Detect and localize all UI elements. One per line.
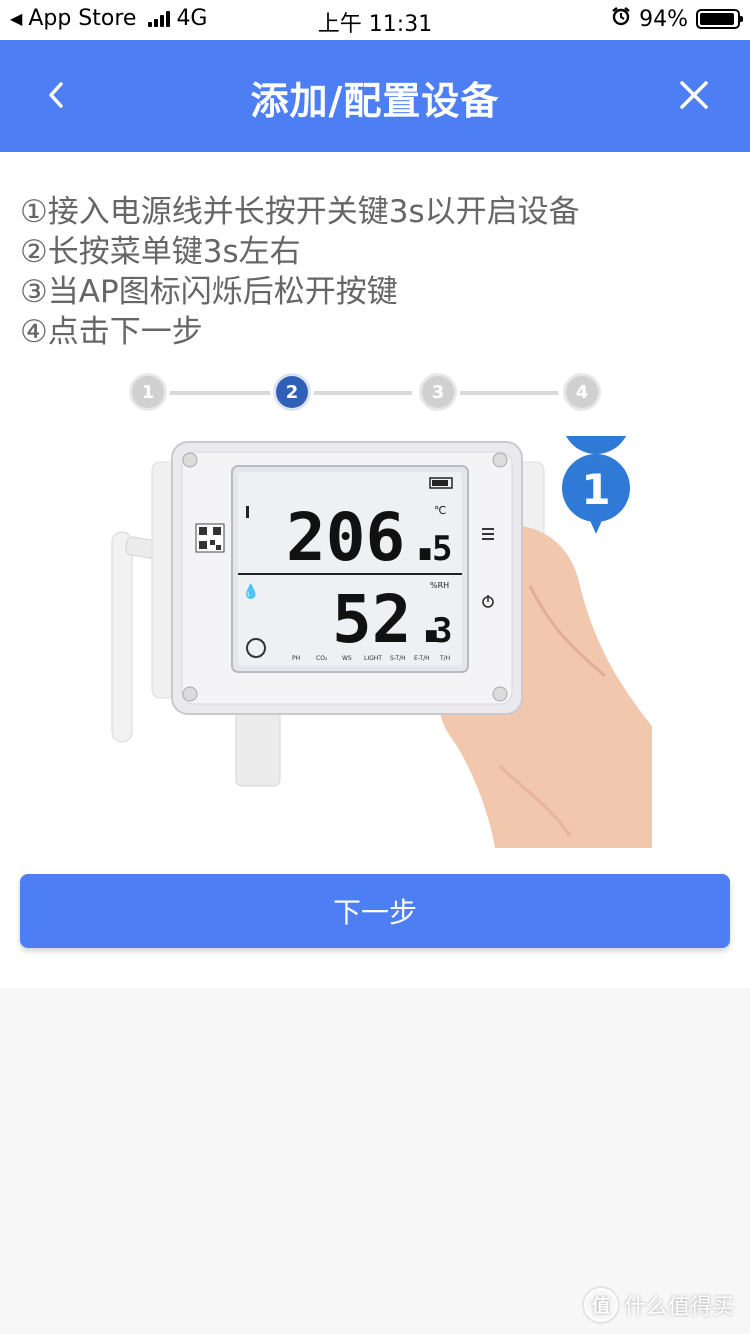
instruction-step-3: ③当AP图标闪烁后松开按键	[20, 274, 398, 310]
humidity-unit: %RH	[430, 581, 449, 590]
instruction-step-4: ④点击下一步	[20, 314, 203, 350]
status-bar: ◀ App Store 4G 上午 11:31 94%	[0, 0, 750, 40]
step-1: 1	[132, 376, 164, 408]
step-connector	[460, 391, 558, 395]
battery-percent: 94%	[639, 6, 688, 32]
badge-number: 1	[581, 465, 610, 514]
instruction-list: ①接入电源线并长按开关键3s以开启设备 ②长按菜单键3s左右 ③当AP图标闪烁后…	[20, 192, 580, 352]
watermark: 值 什么值得买	[583, 1288, 734, 1322]
step-badge-icon: 1	[562, 436, 630, 534]
instruction-step-1: ①接入电源线并长按开关键3s以开启设备	[20, 194, 580, 230]
lcd-label-th: T/H	[439, 655, 450, 662]
temperature-value: 206.	[286, 499, 445, 576]
lcd-label-ws: WS	[342, 655, 352, 662]
menu-key-icon	[482, 528, 494, 540]
step-indicator: 1 2 3 4	[128, 374, 604, 414]
close-icon	[680, 81, 708, 109]
nav-header: 添加/配置设备	[0, 40, 750, 152]
lcd-label-co2: CO₂	[316, 655, 328, 662]
humidity-icon: 💧	[242, 583, 259, 600]
alarm-icon	[611, 6, 631, 32]
step-connector	[314, 391, 412, 395]
step-3: 3	[422, 376, 454, 408]
lcd-label-eth: E-T/H	[414, 655, 430, 662]
instruction-step-2: ②长按菜单键3s左右	[20, 234, 301, 270]
close-button[interactable]	[674, 70, 714, 120]
device-illustration: 206. 5 ℃ 💧 52. 3 %RH PH CO₂ WS LIGHT S-T…	[111, 436, 652, 848]
temperature-decimal: 5	[432, 529, 452, 569]
next-step-button[interactable]: 下一步	[20, 874, 730, 948]
status-right: 94%	[611, 6, 743, 32]
battery-icon	[696, 9, 743, 29]
lcd-label-sth: S-T/H	[390, 655, 406, 662]
qr-code-icon	[195, 523, 225, 553]
step-4: 4	[566, 376, 598, 408]
humidity-decimal: 3	[432, 611, 452, 651]
step-2-active: 2	[276, 376, 308, 408]
lcd-label-light: LIGHT	[364, 655, 382, 662]
page-title: 添加/配置设备	[250, 79, 500, 123]
watermark-logo: 值	[583, 1288, 618, 1322]
step-connector	[170, 391, 270, 395]
temperature-unit: ℃	[434, 504, 446, 517]
lcd-label-ph: PH	[292, 655, 300, 662]
watermark-text: 什么值得买	[623, 1295, 734, 1320]
